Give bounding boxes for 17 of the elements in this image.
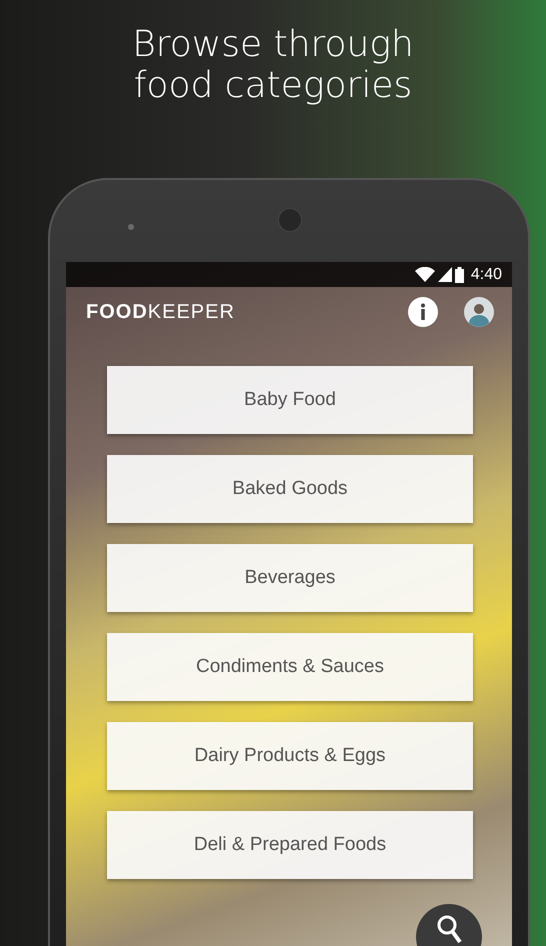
speaker-grille — [278, 208, 302, 232]
avatar-icon[interactable] — [464, 297, 494, 327]
headline: Browse through food categories — [131, 24, 415, 106]
category-button[interactable]: Condiments & Sauces — [107, 633, 473, 701]
category-button[interactable]: Beverages — [107, 544, 473, 612]
app-logo: FOODKEEPER — [86, 300, 236, 324]
category-button[interactable]: Baby Food — [107, 366, 473, 434]
signal-icon — [438, 267, 452, 282]
info-icon[interactable] — [408, 297, 438, 327]
wifi-icon — [414, 266, 435, 282]
battery-icon — [454, 266, 464, 282]
camera-dot — [128, 224, 134, 230]
clock-time: 4:40 — [470, 266, 502, 284]
category-button[interactable]: Baked Goods — [107, 455, 473, 523]
search-icon — [436, 914, 462, 944]
category-button[interactable]: Dairy Products & Eggs — [107, 722, 473, 790]
category-button[interactable]: Deli & Prepared Foods — [107, 811, 473, 879]
